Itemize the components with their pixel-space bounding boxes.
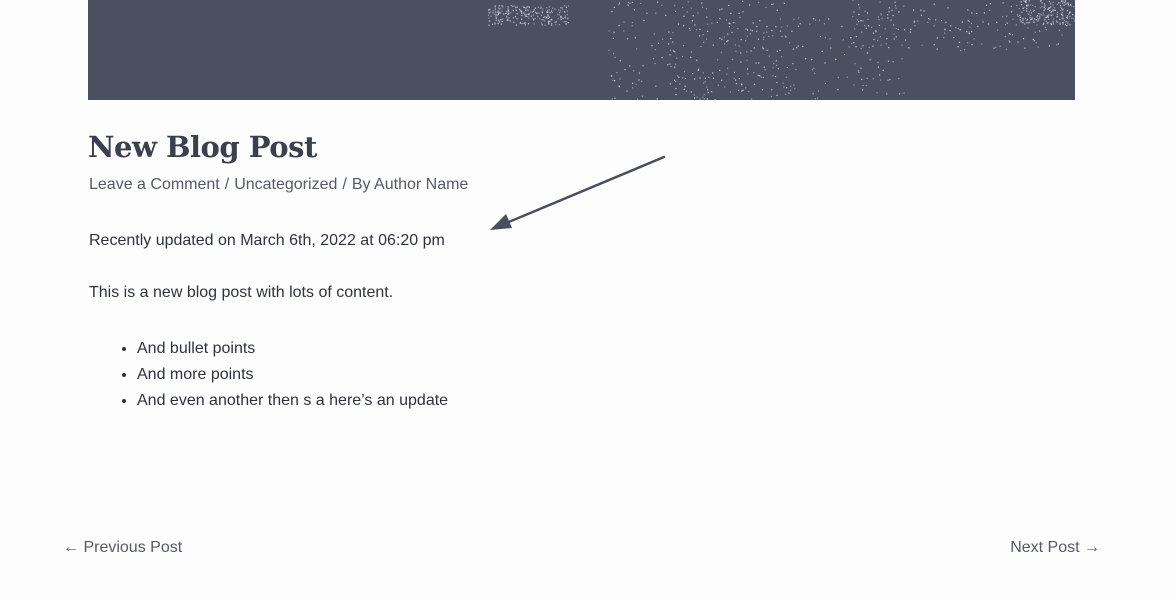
list-item: And bullet points [137, 336, 448, 362]
next-post-link[interactable]: Next Post → [1010, 539, 1100, 557]
previous-post-link[interactable]: ← Previous Post [63, 539, 182, 557]
list-item: And even another then s a here’s an upda… [137, 388, 448, 414]
bullet-list: And bullet points And more points And ev… [89, 336, 448, 414]
post-intro: This is a new blog post with lots of con… [89, 284, 394, 301]
list-item: And more points [137, 362, 448, 388]
